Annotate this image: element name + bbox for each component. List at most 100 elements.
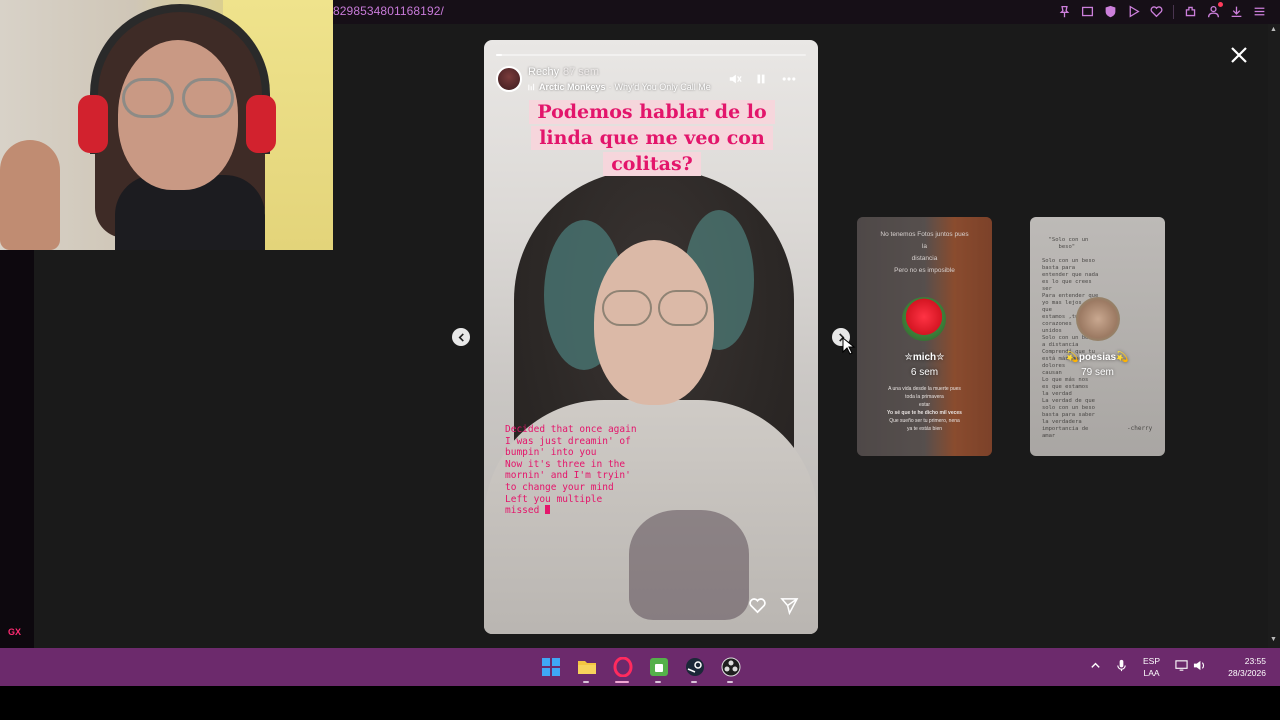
mouse-cursor-icon <box>842 337 856 355</box>
chevron-left-icon <box>458 332 464 342</box>
thumbnail-text-line: A una vida desde la muerte pues <box>888 386 961 392</box>
heart-icon[interactable] <box>1148 3 1165 20</box>
opera-gx-icon[interactable] <box>612 656 633 683</box>
running-indicator <box>727 681 733 683</box>
lyrics-line: Left you multiple <box>505 493 603 505</box>
story-user-avatar[interactable] <box>496 66 522 92</box>
microphone-icon[interactable] <box>1115 659 1129 673</box>
lyrics-line: to change your mind <box>505 481 614 493</box>
mute-button[interactable] <box>726 70 744 88</box>
thumbnail-text-line: la <box>921 243 928 250</box>
webcam-hand <box>0 140 60 250</box>
language-code: ESP <box>1143 656 1161 666</box>
tray-overflow-chevron-icon[interactable] <box>1089 659 1103 673</box>
like-button[interactable] <box>748 596 768 616</box>
thumbnail-text-line: No tenemos Fotos juntos pues <box>880 231 969 238</box>
close-viewer-button[interactable] <box>1226 42 1252 68</box>
story-progress-fill <box>496 54 503 56</box>
story-photo-print <box>629 510 749 620</box>
share-button[interactable] <box>780 596 800 616</box>
thumbnail-text-line: Que sueño ser tu primero, nena <box>889 418 960 424</box>
webcam-overlay <box>0 0 333 250</box>
webcam-headset-earcup <box>246 95 276 153</box>
screen-bottom-border <box>0 686 1280 720</box>
thumbnail-text-line: distancia <box>911 255 938 262</box>
webcam-headset-earcup <box>78 95 108 153</box>
send-icon <box>780 598 799 616</box>
story-username[interactable]: Rechy <box>528 66 559 78</box>
menu-icon[interactable] <box>1251 3 1268 20</box>
story-caption: Podemos hablar de lo linda que me veo co… <box>520 100 784 178</box>
scroll-up-arrow[interactable]: ▲ <box>1270 26 1277 33</box>
next-story-thumbnail[interactable]: "Solo con un beso" Solo con un beso bast… <box>1030 217 1165 456</box>
thumbnail-text-line: ya te estás bien <box>906 426 943 432</box>
snapshot-icon[interactable] <box>1079 3 1096 20</box>
ellipsis-icon <box>782 77 796 81</box>
steam-icon[interactable] <box>684 656 705 683</box>
toolbar-separator <box>1173 4 1174 19</box>
running-indicator <box>691 681 697 683</box>
story-progress-bar <box>496 54 806 56</box>
clock-date: 28/3/2026 <box>1228 668 1266 678</box>
heart-icon <box>749 598 766 614</box>
keyboard-layout: LAA <box>1143 668 1160 678</box>
network-icon[interactable] <box>1175 659 1189 673</box>
caption-line: Podemos hablar de lo <box>529 100 775 124</box>
story-photo-glasses <box>658 290 708 326</box>
thumbnail-text-line: Yo sé que te he dicho mil veces <box>887 410 962 416</box>
thumbnail-username: ✮mich✮ <box>904 352 945 363</box>
pin-icon[interactable] <box>1056 3 1073 20</box>
next-story-thumbnail[interactable]: No tenemos Fotos juntos pues la distancia P… <box>857 217 992 456</box>
android-app-icon[interactable] <box>648 656 669 683</box>
caption-line: linda que me veo con <box>531 126 773 150</box>
story-lyrics: Decided that once again I was just dreami… <box>505 424 675 517</box>
lyrics-line: bumpin' into you <box>505 447 597 459</box>
browser-toolbar <box>1056 2 1268 20</box>
thumbnail-time: 79 sem <box>1081 367 1114 378</box>
active-story[interactable]: Rechy 87 sem Arctic Monkeys · Why'd You … <box>484 40 818 634</box>
story-music[interactable]: Arctic Monkeys · Why'd You Only Call Me <box>528 82 711 92</box>
running-indicator <box>583 681 589 683</box>
download-icon[interactable] <box>1228 3 1245 20</box>
play-icon[interactable] <box>1125 3 1142 20</box>
active-indicator <box>615 681 629 683</box>
system-clock[interactable]: 23:55 28/3/2026 <box>1212 655 1266 679</box>
more-options-button[interactable] <box>780 70 798 88</box>
music-bars-icon <box>528 83 535 91</box>
previous-story-button[interactable] <box>452 328 470 346</box>
thumbnail-avatar <box>1076 297 1120 341</box>
lyrics-line: mornin' and I'm tryin' <box>505 470 631 482</box>
file-explorer-icon[interactable] <box>576 656 597 683</box>
thumbnail-text-line: Pero no es imposible <box>894 267 955 274</box>
thumbnail-signature: -cherry <box>1127 425 1153 432</box>
scroll-down-arrow[interactable]: ▼ <box>1270 636 1277 643</box>
caption-line: colitas? <box>603 152 701 176</box>
story-photo-glasses <box>602 290 652 326</box>
music-separator: · <box>608 82 612 92</box>
shield-icon[interactable] <box>1102 3 1119 20</box>
profile-icon[interactable] <box>1205 2 1223 20</box>
thumbnail-avatar <box>902 297 946 341</box>
gx-logo[interactable]: GX <box>8 627 21 637</box>
input-language-indicator[interactable]: ESP LAA <box>1143 655 1160 679</box>
muted-speaker-icon <box>729 74 742 84</box>
pause-button[interactable] <box>752 70 770 88</box>
lyrics-line: Decided that once again <box>505 424 637 435</box>
text-cursor <box>545 505 551 515</box>
volume-icon[interactable] <box>1193 659 1207 673</box>
obs-icon[interactable] <box>720 656 741 683</box>
notification-dot <box>1218 2 1223 7</box>
lyrics-line: missed <box>505 505 546 517</box>
music-title: Why'd You Only Call Me <box>614 82 711 92</box>
thumbnail-text-line: toda la primavera <box>905 394 944 400</box>
music-artist: Arctic Monkeys <box>539 82 606 92</box>
running-indicator <box>655 681 661 683</box>
address-bar-url[interactable]: 8298534801168192/ <box>333 4 444 18</box>
thumbnail-username: 💫poesias💫 <box>1066 352 1129 363</box>
windows-start-icon[interactable] <box>540 656 561 677</box>
lyrics-line: I was just dreamin' of <box>505 435 631 447</box>
page-scrollbar[interactable] <box>1268 24 1280 648</box>
extensions-icon[interactable] <box>1182 3 1199 20</box>
pause-icon <box>757 74 765 84</box>
thumbnail-text: No tenemos Fotos juntos pues la distancia P… <box>867 229 982 277</box>
